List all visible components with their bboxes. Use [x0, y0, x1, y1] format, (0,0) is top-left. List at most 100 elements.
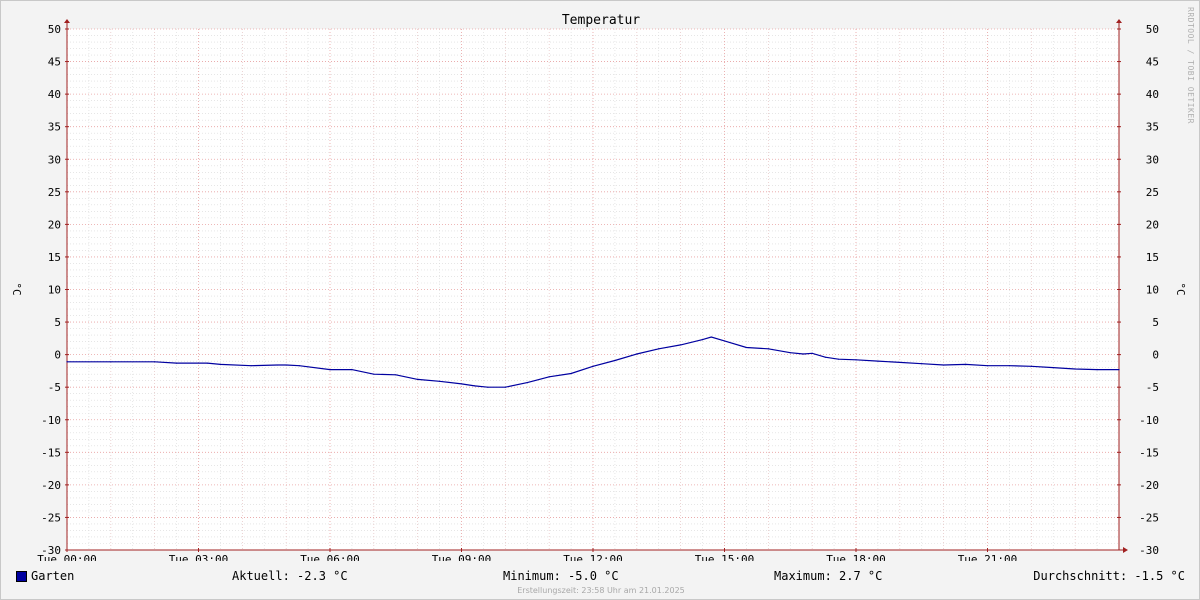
- series-point: [276, 364, 278, 366]
- series-point: [474, 385, 476, 387]
- y-tick-label-left: 30: [48, 153, 61, 166]
- x-tick-label: Tue 00:00: [37, 553, 97, 561]
- series-point: [526, 382, 528, 384]
- series-point: [570, 372, 572, 375]
- y-tick-label-right: 20: [1146, 218, 1159, 231]
- temperature-chart: 50454035302520151050-5-10-15-20-25-30 50…: [10, 13, 1187, 561]
- y-tick-label-right: -10: [1139, 414, 1159, 427]
- series-point: [373, 373, 375, 375]
- series-point: [745, 346, 748, 349]
- series-point: [1052, 367, 1054, 369]
- y-tick-label-right: -25: [1139, 511, 1159, 524]
- series-point: [1008, 365, 1011, 367]
- y-tick-label-left: -25: [41, 511, 61, 524]
- y-axis-left-arrow: [64, 19, 70, 23]
- x-tick-label: Tue 06:00: [300, 553, 360, 561]
- series-point: [592, 365, 594, 367]
- stat-maximum: Maximum: 2.7 °C: [774, 569, 883, 583]
- y-tick-label-left: 45: [48, 56, 61, 69]
- legend-swatch-garten: [16, 571, 27, 582]
- x-tick-label: Tue 18:00: [826, 553, 886, 561]
- x-axis-arrow: [1123, 547, 1128, 553]
- series-point: [1030, 365, 1032, 367]
- y-tick-label-left: 10: [48, 284, 61, 297]
- series-point: [66, 361, 68, 363]
- y-tick-label-right: -30: [1139, 544, 1159, 557]
- series-point: [154, 361, 156, 363]
- y-tick-label-right: -5: [1146, 381, 1159, 394]
- series-point: [855, 359, 857, 361]
- y-tick-label-left: 25: [48, 186, 61, 199]
- y-tick-label-left: 20: [48, 218, 61, 231]
- series-point: [964, 363, 967, 365]
- series-point: [723, 340, 726, 342]
- series-point: [943, 364, 945, 366]
- y-tick-label-left: -5: [48, 381, 61, 394]
- y-tick-label-right: 0: [1152, 349, 1159, 362]
- series-point: [899, 361, 901, 364]
- series-point: [298, 365, 300, 367]
- y-tick-label-left: 40: [48, 88, 61, 101]
- series-point: [250, 365, 252, 367]
- series-point: [285, 364, 287, 366]
- series-point: [110, 361, 112, 363]
- y-axis-label-right: °C: [1174, 282, 1187, 295]
- series-point: [811, 352, 813, 354]
- series-point: [395, 374, 397, 376]
- watermark: RRDTOOL / TOBI OETIKER: [1186, 7, 1195, 124]
- series-point: [329, 369, 331, 371]
- chart-title: Temperatur: [562, 13, 640, 28]
- x-tick-label: Tue 09:00: [432, 553, 492, 561]
- y-tick-labels-left: 50454035302520151050-5-10-15-20-25-30: [41, 23, 61, 557]
- y-tick-label-right: -20: [1139, 479, 1159, 492]
- y-tick-labels-right: 50454035302520151050-5-10-15-20-25-30: [1139, 23, 1159, 557]
- y-tick-label-left: -15: [41, 446, 61, 459]
- y-tick-label-right: 30: [1146, 153, 1159, 166]
- series-point: [487, 386, 489, 388]
- series-point: [636, 353, 638, 355]
- series-point: [460, 383, 463, 385]
- y-tick-label-right: 45: [1146, 56, 1159, 69]
- stat-minimum: Minimum: -5.0 °C: [503, 569, 619, 583]
- x-tick-label: Tue 15:00: [695, 553, 755, 561]
- y-tick-label-left: 15: [48, 251, 61, 264]
- y-tick-label-right: 10: [1146, 284, 1159, 297]
- y-tick-label-right: 25: [1146, 186, 1159, 199]
- y-tick-label-left: 50: [48, 23, 61, 36]
- x-tick-label: Tue 21:00: [958, 553, 1018, 561]
- series-point: [767, 348, 769, 350]
- x-tick-labels: Tue 00:00 Tue 03:00 Tue 06:00 Tue 09:00 Tue …: [37, 553, 1017, 561]
- series-point: [789, 352, 791, 354]
- series-point: [438, 380, 441, 382]
- series-point: [614, 359, 616, 362]
- series-point: [802, 353, 805, 355]
- y-tick-label-right: 5: [1152, 316, 1159, 329]
- series-point: [824, 356, 826, 358]
- y-tick-label-right: 40: [1146, 88, 1159, 101]
- x-tick-label: Tue 03:00: [169, 553, 229, 561]
- y-axis-right-arrow: [1116, 19, 1122, 23]
- series-point: [1096, 369, 1098, 371]
- series-point: [548, 376, 550, 378]
- series-point: [175, 362, 178, 364]
- stat-durchschnitt: Durchschnitt: -1.5 °C: [1033, 569, 1185, 583]
- stat-aktuell: Aktuell: -2.3 °C: [232, 569, 348, 583]
- y-tick-label-left: 5: [54, 316, 61, 329]
- series-point: [986, 365, 989, 367]
- series-point: [877, 360, 879, 362]
- series-point: [701, 339, 704, 341]
- series-point: [710, 336, 712, 338]
- series-point: [837, 358, 840, 360]
- chart-frame: 50 45 40 35 30 25 20 15 10 5 0 -5 -10 -15 -20 -25 -30 50…: [0, 0, 1200, 600]
- series-point: [219, 363, 222, 365]
- y-tick-label-left: -20: [41, 479, 61, 492]
- y-tick-label-right: -15: [1139, 446, 1159, 459]
- x-tick-label: Tue 12:00: [563, 553, 623, 561]
- creation-time-footer: Erstellungszeit: 23:58 Uhr am 21.01.2025: [517, 586, 685, 595]
- series-point: [680, 344, 682, 346]
- y-tick-label-right: 15: [1146, 251, 1159, 264]
- y-tick-label-right: 50: [1146, 23, 1159, 36]
- series-point: [1118, 369, 1120, 371]
- legend: Garten Aktuell: -2.3 °C Minimum: -5.0 °C…: [1, 569, 1200, 585]
- legend-label-garten: Garten: [31, 569, 75, 583]
